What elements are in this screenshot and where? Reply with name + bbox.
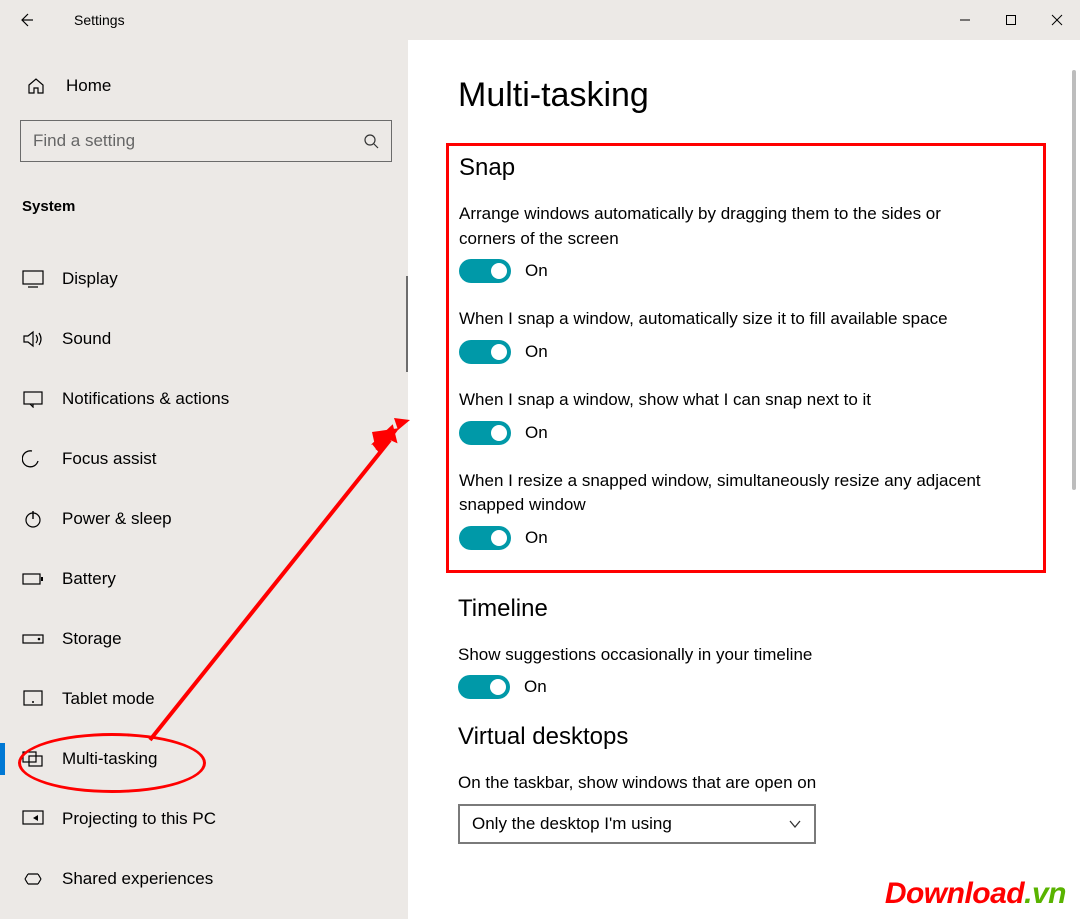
virtual-desktops-taskbar-dropdown[interactable]: Only the desktop I'm using (458, 804, 816, 844)
sidebar-item-multitasking[interactable]: Multi-tasking (0, 729, 408, 789)
toggle-state: On (525, 342, 548, 362)
snap-setting-4-toggle[interactable] (459, 526, 511, 550)
home-link[interactable]: Home (0, 64, 408, 108)
sidebar-item-label: Shared experiences (62, 869, 213, 889)
content-scrollbar[interactable] (1072, 70, 1076, 490)
home-icon (26, 76, 56, 96)
sidebar-item-label: Power & sleep (62, 509, 172, 529)
multitasking-icon (22, 748, 52, 770)
sidebar-item-storage[interactable]: Storage (0, 609, 408, 669)
sidebar-item-tablet-mode[interactable]: Tablet mode (0, 669, 408, 729)
virtual-desktops-heading: Virtual desktops (458, 723, 1070, 751)
minimize-button[interactable] (942, 0, 988, 40)
chevron-down-icon (788, 819, 802, 829)
sound-icon (22, 328, 52, 350)
virtual-desktops-setting-1-desc: On the taskbar, show windows that are op… (458, 771, 998, 796)
sidebar-item-label: Battery (62, 569, 116, 589)
sidebar-item-label: Display (62, 269, 118, 289)
sidebar-item-battery[interactable]: Battery (0, 549, 408, 609)
sidebar-item-label: Sound (62, 329, 111, 349)
sidebar-item-label: Projecting to this PC (62, 809, 216, 829)
window-title: Settings (74, 12, 125, 28)
sidebar-item-display[interactable]: Display (0, 249, 408, 309)
sidebar: Home System Display Sound Notificat (0, 40, 408, 919)
titlebar: Settings (0, 0, 1080, 40)
snap-setting-2-toggle[interactable] (459, 340, 511, 364)
battery-icon (22, 568, 52, 590)
snap-setting-3-toggle[interactable] (459, 421, 511, 445)
display-icon (22, 268, 52, 290)
snap-setting-1-desc: Arrange windows automatically by draggin… (459, 202, 999, 251)
search-input[interactable] (20, 120, 392, 162)
tablet-icon (22, 688, 52, 710)
content-pane: Multi-tasking Snap Arrange windows autom… (408, 40, 1080, 919)
sidebar-item-projecting[interactable]: Projecting to this PC (0, 789, 408, 849)
snap-setting-1-toggle[interactable] (459, 259, 511, 283)
timeline-setting-1-toggle[interactable] (458, 675, 510, 699)
notifications-icon (22, 388, 52, 410)
back-button[interactable] (8, 2, 44, 38)
sidebar-item-label: Focus assist (62, 449, 156, 469)
storage-icon (22, 628, 52, 650)
sidebar-item-power-sleep[interactable]: Power & sleep (0, 489, 408, 549)
search-icon (363, 133, 379, 149)
shared-icon (22, 868, 52, 890)
toggle-state: On (525, 423, 548, 443)
category-label: System (0, 174, 408, 225)
dropdown-value: Only the desktop I'm using (472, 814, 672, 834)
projecting-icon (22, 808, 52, 830)
sidebar-item-shared-experiences[interactable]: Shared experiences (0, 849, 408, 909)
focus-assist-icon (22, 448, 52, 470)
close-button[interactable] (1034, 0, 1080, 40)
snap-setting-4-desc: When I resize a snapped window, simultan… (459, 469, 999, 518)
maximize-button[interactable] (988, 0, 1034, 40)
snap-heading: Snap (459, 154, 1033, 182)
home-label: Home (66, 76, 111, 96)
sidebar-item-label: Storage (62, 629, 122, 649)
nav-list: Display Sound Notifications & actions Fo… (0, 225, 408, 909)
annotation-highlight-box: Snap Arrange windows automatically by dr… (446, 143, 1046, 573)
sidebar-item-sound[interactable]: Sound (0, 309, 408, 369)
sidebar-item-label: Multi-tasking (62, 749, 157, 769)
sidebar-item-label: Notifications & actions (62, 389, 229, 409)
page-title: Multi-tasking (458, 76, 1070, 115)
timeline-heading: Timeline (458, 595, 1070, 623)
toggle-state: On (525, 261, 548, 281)
window-controls (942, 0, 1080, 40)
power-icon (22, 508, 52, 530)
snap-setting-3-desc: When I snap a window, show what I can sn… (459, 388, 999, 413)
search-field[interactable] (33, 131, 363, 151)
sidebar-item-notifications[interactable]: Notifications & actions (0, 369, 408, 429)
snap-setting-2-desc: When I snap a window, automatically size… (459, 307, 999, 332)
toggle-state: On (524, 677, 547, 697)
sidebar-item-focus-assist[interactable]: Focus assist (0, 429, 408, 489)
sidebar-item-label: Tablet mode (62, 689, 155, 709)
timeline-setting-1-desc: Show suggestions occasionally in your ti… (458, 643, 998, 668)
toggle-state: On (525, 528, 548, 548)
